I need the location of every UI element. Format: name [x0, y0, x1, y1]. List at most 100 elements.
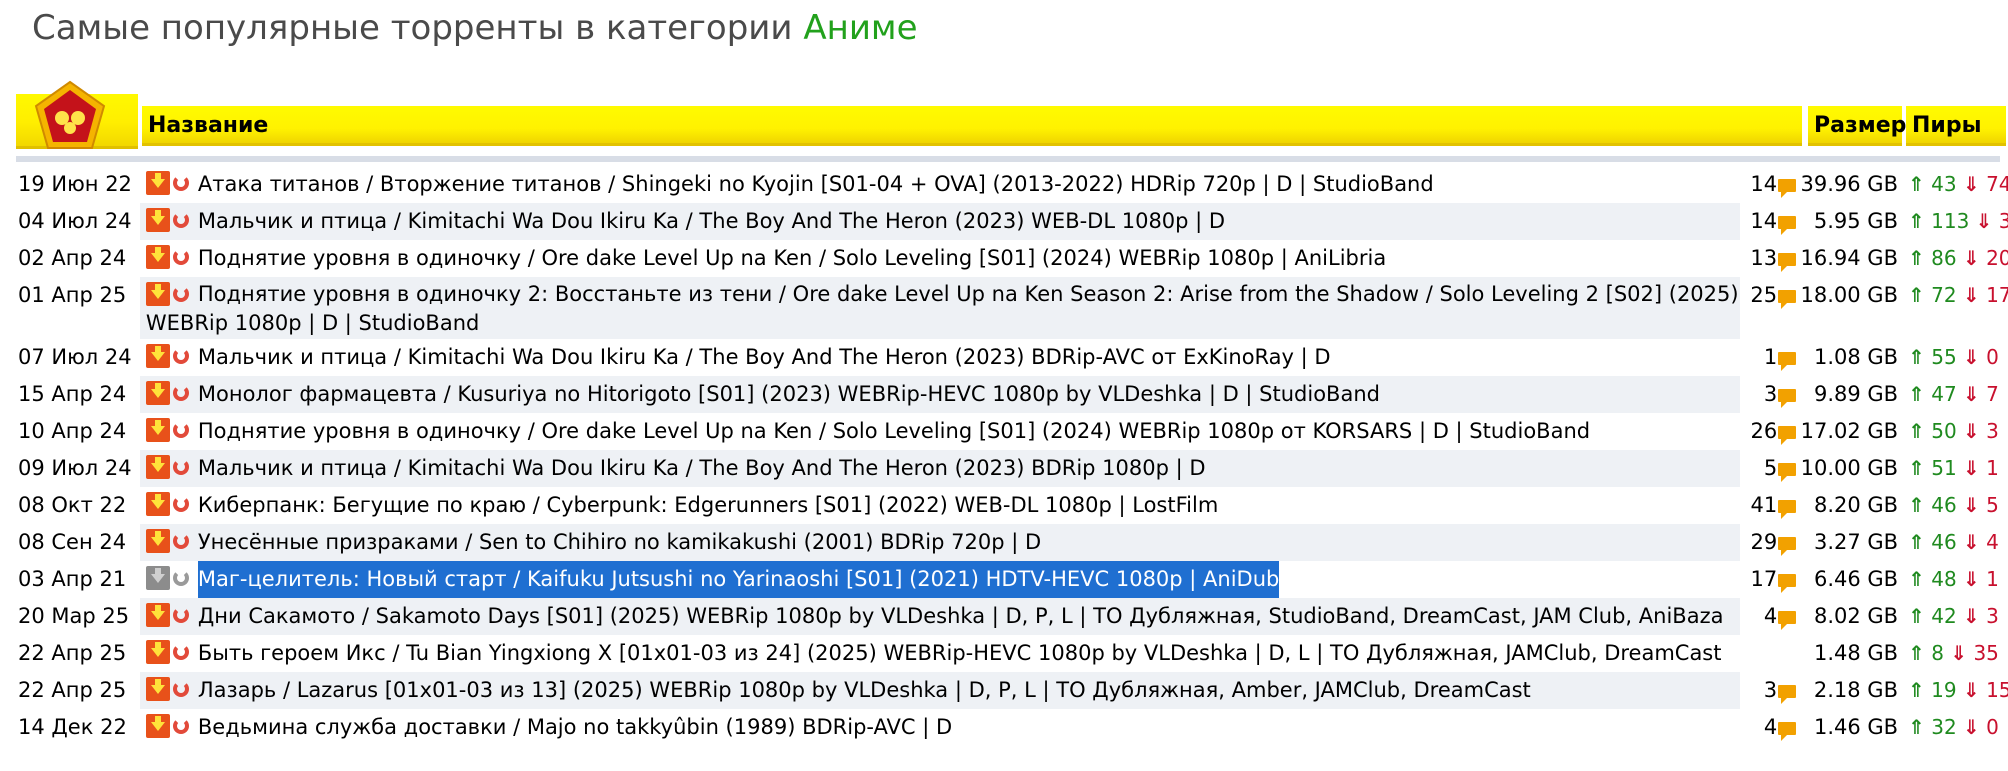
- leeches-arrow-icon: ⇓: [1963, 456, 1980, 480]
- magnet-icon[interactable]: [172, 245, 192, 269]
- torrent-title-link[interactable]: Маг-целитель: Новый старт / Kaifuku Juts…: [197, 561, 1280, 598]
- torrent-title-link[interactable]: Ведьмина служба доставки / Majo no takky…: [198, 709, 952, 746]
- torrent-title-link[interactable]: Быть героем Икс / Tu Bian Yingxiong X [0…: [198, 635, 1722, 672]
- torrent-title-link[interactable]: Поднятие уровня в одиночку / Ore dake Le…: [198, 413, 1590, 450]
- header-peers[interactable]: Пиры: [1906, 106, 2006, 146]
- seeds-count: 51: [1931, 456, 1957, 480]
- seeds-count: 55: [1931, 345, 1957, 369]
- row-comments[interactable]: 1: [1740, 339, 1798, 376]
- row-comments[interactable]: 13: [1740, 240, 1798, 277]
- leeches-arrow-icon: ⇓: [1963, 567, 1980, 591]
- row-icons: [145, 566, 192, 590]
- row-date: 09 Июл 24: [18, 456, 132, 480]
- download-icon[interactable]: [145, 245, 170, 269]
- magnet-icon[interactable]: [172, 208, 192, 232]
- comment-count: 29: [1750, 530, 1778, 554]
- row-comments[interactable]: 14: [1740, 203, 1798, 240]
- row-icons: [145, 282, 192, 306]
- row-size: 10.00 GB: [1800, 456, 1899, 480]
- torrent-list: 19 Июн 22 Атака титанов / Вторжение титан…: [16, 166, 2008, 746]
- magnet-icon[interactable]: [172, 603, 192, 627]
- download-icon[interactable]: [145, 492, 170, 516]
- magnet-icon[interactable]: [172, 640, 192, 664]
- magnet-icon[interactable]: [172, 381, 192, 405]
- seeds-count: 47: [1931, 382, 1957, 406]
- row-comments[interactable]: [1740, 635, 1798, 672]
- magnet-icon[interactable]: [172, 714, 192, 738]
- seeds-arrow-icon: ⇑: [1908, 456, 1925, 480]
- torrent-title-link[interactable]: Киберпанк: Бегущие по краю / Cyberpunk: …: [198, 487, 1218, 524]
- row-comments[interactable]: 4: [1740, 598, 1798, 635]
- magnet-icon[interactable]: [172, 282, 192, 306]
- download-icon[interactable]: [145, 344, 170, 368]
- comment-count: 17: [1750, 567, 1778, 591]
- header-size[interactable]: Размер: [1808, 106, 1906, 146]
- magnet-icon[interactable]: [172, 566, 192, 590]
- download-icon[interactable]: [145, 677, 170, 701]
- table-row: 02 Апр 24 Поднятие уровня в одиночку / Or…: [16, 240, 2008, 277]
- table-row: 14 Дек 22 Ведьмина служба доставки / Majo…: [16, 709, 2006, 746]
- download-icon[interactable]: [145, 208, 170, 232]
- torrent-title-link[interactable]: Лазарь / Lazarus [01x01-03 из 13] (2025)…: [198, 672, 1531, 709]
- torrent-title-link[interactable]: Монолог фармацевта / Kusuriya no Hitorig…: [198, 376, 1380, 413]
- comment-count: 41: [1750, 493, 1778, 517]
- leeches-count: 1: [1986, 456, 1999, 480]
- row-comments[interactable]: 4: [1740, 709, 1798, 746]
- magnet-icon[interactable]: [172, 677, 192, 701]
- row-comments[interactable]: 5: [1740, 450, 1798, 487]
- download-icon[interactable]: [145, 603, 170, 627]
- download-icon[interactable]: [145, 171, 170, 195]
- leeches-arrow-icon: ⇓: [1950, 641, 1968, 665]
- page-title-prefix: Самые популярные торренты в категории: [32, 8, 793, 48]
- magnet-icon[interactable]: [172, 344, 192, 368]
- torrent-title-link[interactable]: Унесённые призраками / Sen to Chihiro no…: [198, 524, 1041, 561]
- table-row: 20 Мар 25 Дни Сакамото / Sakamoto Days [S…: [16, 598, 2006, 635]
- leeches-arrow-icon: ⇓: [1962, 172, 1980, 196]
- row-name-cell: Мальчик и птица / Kimitachi Wa Dou Ikiru…: [139, 203, 1741, 240]
- row-comments[interactable]: 3: [1740, 672, 1798, 709]
- row-name-cell: Унесённые призраками / Sen to Chihiro no…: [139, 524, 1741, 561]
- row-name-cell: Мальчик и птица / Kimitachi Wa Dou Ikiru…: [139, 450, 1741, 487]
- row-comments[interactable]: 29: [1740, 524, 1798, 561]
- magnet-icon[interactable]: [172, 455, 192, 479]
- row-peers: ⇑ 48 ⇓ 1: [1902, 561, 2006, 598]
- row-comments[interactable]: 14: [1740, 166, 1798, 203]
- download-icon[interactable]: [145, 455, 170, 479]
- magnet-icon[interactable]: [172, 529, 192, 553]
- logo-cell: [16, 80, 138, 149]
- torrent-title-link[interactable]: Поднятие уровня в одиночку 2: Восстаньте…: [146, 282, 1739, 335]
- table-row: 10 Апр 24 Поднятие уровня в одиночку / Or…: [16, 413, 2006, 450]
- row-comments[interactable]: 17: [1740, 561, 1798, 598]
- row-peers: ⇑ 46 ⇓ 5: [1902, 487, 2006, 524]
- torrent-title-link[interactable]: Мальчик и птица / Kimitachi Wa Dou Ikiru…: [198, 339, 1331, 376]
- row-date: 22 Апр 25: [18, 678, 127, 702]
- download-icon[interactable]: [145, 529, 170, 553]
- row-icons: [145, 603, 192, 627]
- torrent-title-link[interactable]: Дни Сакамото / Sakamoto Days [S01] (2025…: [198, 598, 1724, 635]
- magnet-icon[interactable]: [172, 418, 192, 442]
- row-comments[interactable]: 26: [1740, 413, 1798, 450]
- row-date: 04 Июл 24: [18, 209, 132, 233]
- torrent-title-link[interactable]: Мальчик и птица / Kimitachi Wa Dou Ikiru…: [198, 450, 1206, 487]
- torrent-title-link[interactable]: Поднятие уровня в одиночку / Ore dake Le…: [198, 240, 1386, 277]
- torrent-title-link[interactable]: Мальчик и птица / Kimitachi Wa Dou Ikiru…: [198, 203, 1225, 240]
- row-size: 39.96 GB: [1800, 172, 1898, 196]
- row-comments[interactable]: 25: [1740, 277, 1798, 339]
- row-icons: [145, 245, 192, 269]
- category-link[interactable]: Аниме: [803, 8, 917, 48]
- row-comments[interactable]: 41: [1740, 487, 1798, 524]
- comment-icon: [1778, 684, 1797, 704]
- torrent-title-link[interactable]: Атака титанов / Вторжение титанов / Shin…: [198, 166, 1434, 203]
- download-icon[interactable]: [145, 714, 170, 738]
- download-icon[interactable]: [145, 282, 170, 306]
- row-comments[interactable]: 3: [1740, 376, 1798, 413]
- leeches-arrow-icon: ⇓: [1962, 246, 1980, 270]
- header-name[interactable]: Название: [142, 106, 1802, 146]
- magnet-icon[interactable]: [172, 171, 192, 195]
- download-icon[interactable]: [145, 640, 170, 664]
- download-icon[interactable]: [145, 566, 170, 590]
- magnet-icon[interactable]: [172, 492, 192, 516]
- download-icon[interactable]: [145, 418, 170, 442]
- row-peers: ⇑ 8 ⇓ 35: [1902, 635, 2006, 672]
- download-icon[interactable]: [145, 381, 170, 405]
